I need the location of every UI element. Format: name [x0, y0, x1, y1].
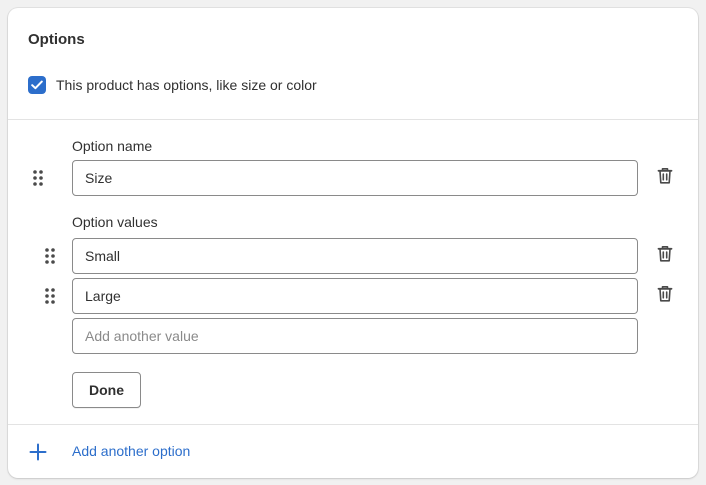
option-value-input[interactable]	[72, 238, 638, 274]
drag-handle-icon[interactable]	[44, 247, 56, 265]
add-another-option-button[interactable]: Add another option	[28, 442, 190, 462]
drag-handle-icon[interactable]	[32, 169, 44, 187]
section-divider	[8, 119, 698, 120]
done-button[interactable]: Done	[72, 372, 141, 408]
option-value-input[interactable]	[72, 278, 638, 314]
footer-divider	[8, 424, 698, 425]
add-another-option-label: Add another option	[72, 443, 191, 459]
has-options-label: This product has options, like size or c…	[56, 77, 317, 93]
checkmark-icon	[31, 80, 43, 90]
trash-icon[interactable]	[656, 245, 674, 263]
add-value-input[interactable]	[72, 318, 638, 354]
options-card: Options This product has options, like s…	[8, 8, 698, 478]
trash-icon[interactable]	[656, 285, 674, 303]
option-name-input[interactable]	[72, 160, 638, 196]
option-values-label: Option values	[72, 214, 158, 230]
option-name-label: Option name	[72, 138, 153, 154]
card-title: Options	[28, 31, 85, 48]
has-options-checkbox-row[interactable]: This product has options, like size or c…	[28, 76, 317, 94]
drag-handle-icon[interactable]	[44, 287, 56, 305]
plus-icon	[29, 443, 47, 461]
has-options-checkbox[interactable]	[28, 76, 46, 94]
trash-icon[interactable]	[656, 167, 674, 185]
